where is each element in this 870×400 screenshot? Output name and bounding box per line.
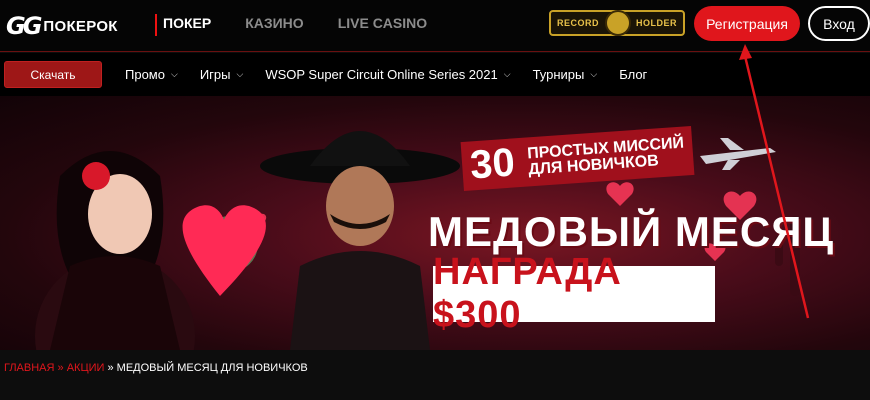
banner-headline: МЕДОВЫЙ МЕСЯЦ [428,208,835,255]
nav-item-label: Игры [199,67,231,82]
tab-casino[interactable]: КАЗИНО [245,15,304,31]
nav-item-label: Блог [619,67,648,82]
nav-item-label: Турниры [532,67,585,82]
secondary-nav-bar: Скачать Промо ⌵ Игры ⌵ WSOP Super Circuit … [0,53,870,96]
chevron-down-icon: ⌵ [236,69,244,79]
secondary-nav: Промо ⌵ Игры ⌵ WSOP Super Circuit Online S… [125,67,647,82]
record-label: RECORD [557,18,600,28]
breadcrumb-sep: » [107,362,114,374]
guinness-seal-icon [604,10,631,36]
nav-item-promo[interactable]: Промо ⌵ [125,67,178,82]
chevron-down-icon: ⌵ [170,69,178,79]
nav-item-tournaments[interactable]: Турниры ⌵ [533,67,598,82]
holder-label: HOLDER [635,18,677,28]
breadcrumb-promos[interactable]: АКЦИИ [67,362,105,374]
chevron-down-icon: ⌵ [590,69,598,79]
logo-mark: GG [6,12,42,40]
reward-badge: НАГРАДА $300 [433,251,715,336]
missions-text: ПРОСТЫХ МИССИЙ ДЛЯ НОВИЧКОВ [527,134,686,178]
breadcrumb-sep: » [57,362,64,374]
breadcrumb-current: МЕДОВЫЙ МЕСЯЦ ДЛЯ НОВИЧКОВ [116,362,308,374]
top-nav: ПОКЕР КАЗИНО LIVE CASINO [163,15,427,31]
nav-item-blog[interactable]: Блог [619,67,647,82]
top-header: GG ПОКЕРОК ПОКЕР КАЗИНО LIVE CASINO RECO… [0,0,870,52]
promo-banner[interactable]: 30 ПРОСТЫХ МИССИЙ ДЛЯ НОВИЧКОВ МЕДОВЫЙ М… [0,96,870,350]
nav-item-wsop[interactable]: WSOP Super Circuit Online Series 2021 ⌵ [265,67,510,82]
tab-poker[interactable]: ПОКЕР [163,15,211,31]
record-holder-badge: RECORD HOLDER [549,10,685,36]
download-button[interactable]: Скачать [4,61,102,88]
breadcrumb: ГЛАВНАЯ » АКЦИИ » МЕДОВЫЙ МЕСЯЦ ДЛЯ НОВИ… [4,362,308,374]
register-button[interactable]: Регистрация [694,6,800,41]
nav-item-games[interactable]: Игры ⌵ [200,67,244,82]
breadcrumb-home[interactable]: ГЛАВНАЯ [4,362,54,374]
airplane-icon [700,138,776,170]
chevron-down-icon: ⌵ [503,69,511,79]
woman-character [35,151,195,350]
ggpokerok-logo[interactable]: GG ПОКЕРОК [6,12,118,40]
heart-bouquet [182,205,266,296]
tab-live-casino[interactable]: LIVE CASINO [338,15,427,31]
logo-text: ПОКЕРОК [43,17,118,35]
missions-number: 30 [468,140,517,188]
nav-item-label: Промо [125,67,165,82]
nav-divider [155,14,157,36]
login-button[interactable]: Вход [808,6,870,41]
nav-item-label: WSOP Super Circuit Online Series 2021 [265,67,498,82]
